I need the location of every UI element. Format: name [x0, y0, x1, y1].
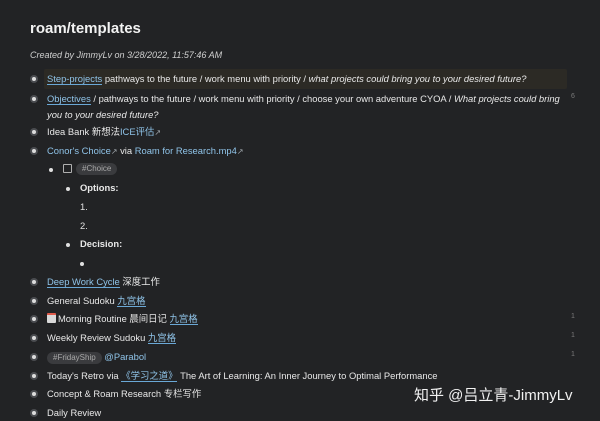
- block-daily-review[interactable]: Daily Review: [27, 405, 570, 421]
- page-link-objectives[interactable]: Objectives: [47, 93, 91, 105]
- external-link-icon[interactable]: ↗: [237, 147, 244, 156]
- block-friday-ship[interactable]: #FridayShip @Parabol: [27, 349, 570, 365]
- block-general-sudoku[interactable]: General Sudoku 九宫格: [27, 293, 570, 309]
- block-weekly-review[interactable]: Weekly Review Sudoku 九宫格: [27, 330, 570, 346]
- decision-label: Decision:: [80, 238, 123, 249]
- block-text: Daily Review: [47, 407, 102, 418]
- block-morning-routine[interactable]: Morning Routine 晨间日记 九宫格: [27, 311, 570, 327]
- block-text: The Art of Learning: An Inner Journey to…: [177, 370, 438, 381]
- block-text: / pathways to the future / work menu wit…: [90, 93, 454, 104]
- block-text: Morning Routine 晨间日记: [58, 313, 170, 324]
- reference-count[interactable]: 6: [571, 93, 575, 100]
- block-idea-bank[interactable]: Idea Bank 新想法ICE评估↗: [27, 124, 570, 141]
- block-bullet[interactable]: [30, 372, 38, 380]
- option-number: 2.: [80, 220, 88, 231]
- child-bullet[interactable]: [66, 243, 70, 247]
- external-link-icon[interactable]: ↗: [111, 147, 118, 156]
- block-text: General Sudoku: [47, 295, 118, 306]
- reference-count[interactable]: 1: [571, 351, 575, 358]
- block-text: Idea Bank 新想法: [47, 126, 120, 137]
- block-italic: what projects could bring you to your de…: [308, 73, 527, 84]
- child-bullet[interactable]: [66, 187, 70, 191]
- reference-count[interactable]: 1: [571, 332, 575, 339]
- page-link-sudoku[interactable]: 九宫格: [169, 313, 198, 325]
- page-link-parabol[interactable]: @Parabol: [104, 351, 146, 362]
- block-todays-retro[interactable]: Today's Retro via 《学习之道》 The Art of Lear…: [27, 368, 570, 384]
- child-bullet[interactable]: [49, 168, 53, 172]
- block-bullet[interactable]: [30, 95, 38, 103]
- block-text: pathways to the future / work menu with …: [102, 73, 309, 84]
- zhihu-watermark: 知乎 @吕立青-JimmyLv: [414, 387, 573, 404]
- tag-friday-ship[interactable]: #FridayShip: [47, 352, 102, 364]
- todo-checkbox[interactable]: [63, 164, 72, 173]
- block-deep-work[interactable]: Deep Work Cycle 深度工作: [27, 274, 570, 290]
- created-meta: Created by JimmyLv on 3/28/2022, 11:57:4…: [30, 50, 223, 60]
- page-title[interactable]: roam/templates: [30, 20, 141, 37]
- tag-choice[interactable]: #Choice: [76, 163, 118, 175]
- block-bullet[interactable]: [30, 75, 38, 83]
- calendar-icon: [47, 313, 56, 323]
- page-link-conors-choice[interactable]: Conor's Choice: [47, 145, 111, 156]
- block-bullet[interactable]: [30, 334, 38, 342]
- block-bullet[interactable]: [30, 147, 38, 155]
- block-bullet[interactable]: [30, 278, 38, 286]
- page-link-sudoku[interactable]: 九宫格: [147, 332, 177, 344]
- child-bullet[interactable]: [80, 262, 84, 266]
- block-text: Concept & Roam Research 专栏写作: [47, 388, 202, 399]
- block-bullet[interactable]: [30, 128, 38, 136]
- block-text: Today's Retro via: [47, 370, 122, 381]
- block-text: Weekly Review Sudoku: [47, 332, 148, 343]
- block-conors-choice[interactable]: Conor's Choice↗ via Roam for Research.mp…: [27, 143, 570, 160]
- options-label: Options:: [80, 182, 119, 193]
- block-step-projects[interactable]: Step-projects pathways to the future / w…: [27, 71, 570, 87]
- page-link-learning-book[interactable]: 《学习之道》: [121, 370, 178, 382]
- page-link-deep-work[interactable]: Deep Work Cycle: [47, 276, 120, 288]
- block-bullet[interactable]: [30, 409, 38, 417]
- page-link-sudoku[interactable]: 九宫格: [117, 295, 146, 307]
- external-link-icon[interactable]: ↗: [154, 128, 161, 137]
- reference-count[interactable]: 1: [571, 313, 575, 320]
- block-bullet[interactable]: [30, 390, 38, 398]
- block-objectives[interactable]: Objectives / pathways to the future / wo…: [27, 91, 560, 123]
- option-number: 1.: [80, 201, 88, 212]
- block-text: via: [117, 145, 135, 156]
- block-bullet[interactable]: [30, 315, 38, 323]
- block-text: 深度工作: [119, 276, 160, 287]
- page-link-step-projects[interactable]: Step-projects: [47, 73, 103, 85]
- link-roam-research-video[interactable]: Roam for Research.mp4: [135, 145, 237, 156]
- block-bullet[interactable]: [30, 297, 38, 305]
- roam-page: roam/templates Created by JimmyLv on 3/2…: [0, 0, 600, 421]
- block-bullet[interactable]: [30, 353, 38, 361]
- page-link-ice[interactable]: ICE评估: [120, 126, 154, 137]
